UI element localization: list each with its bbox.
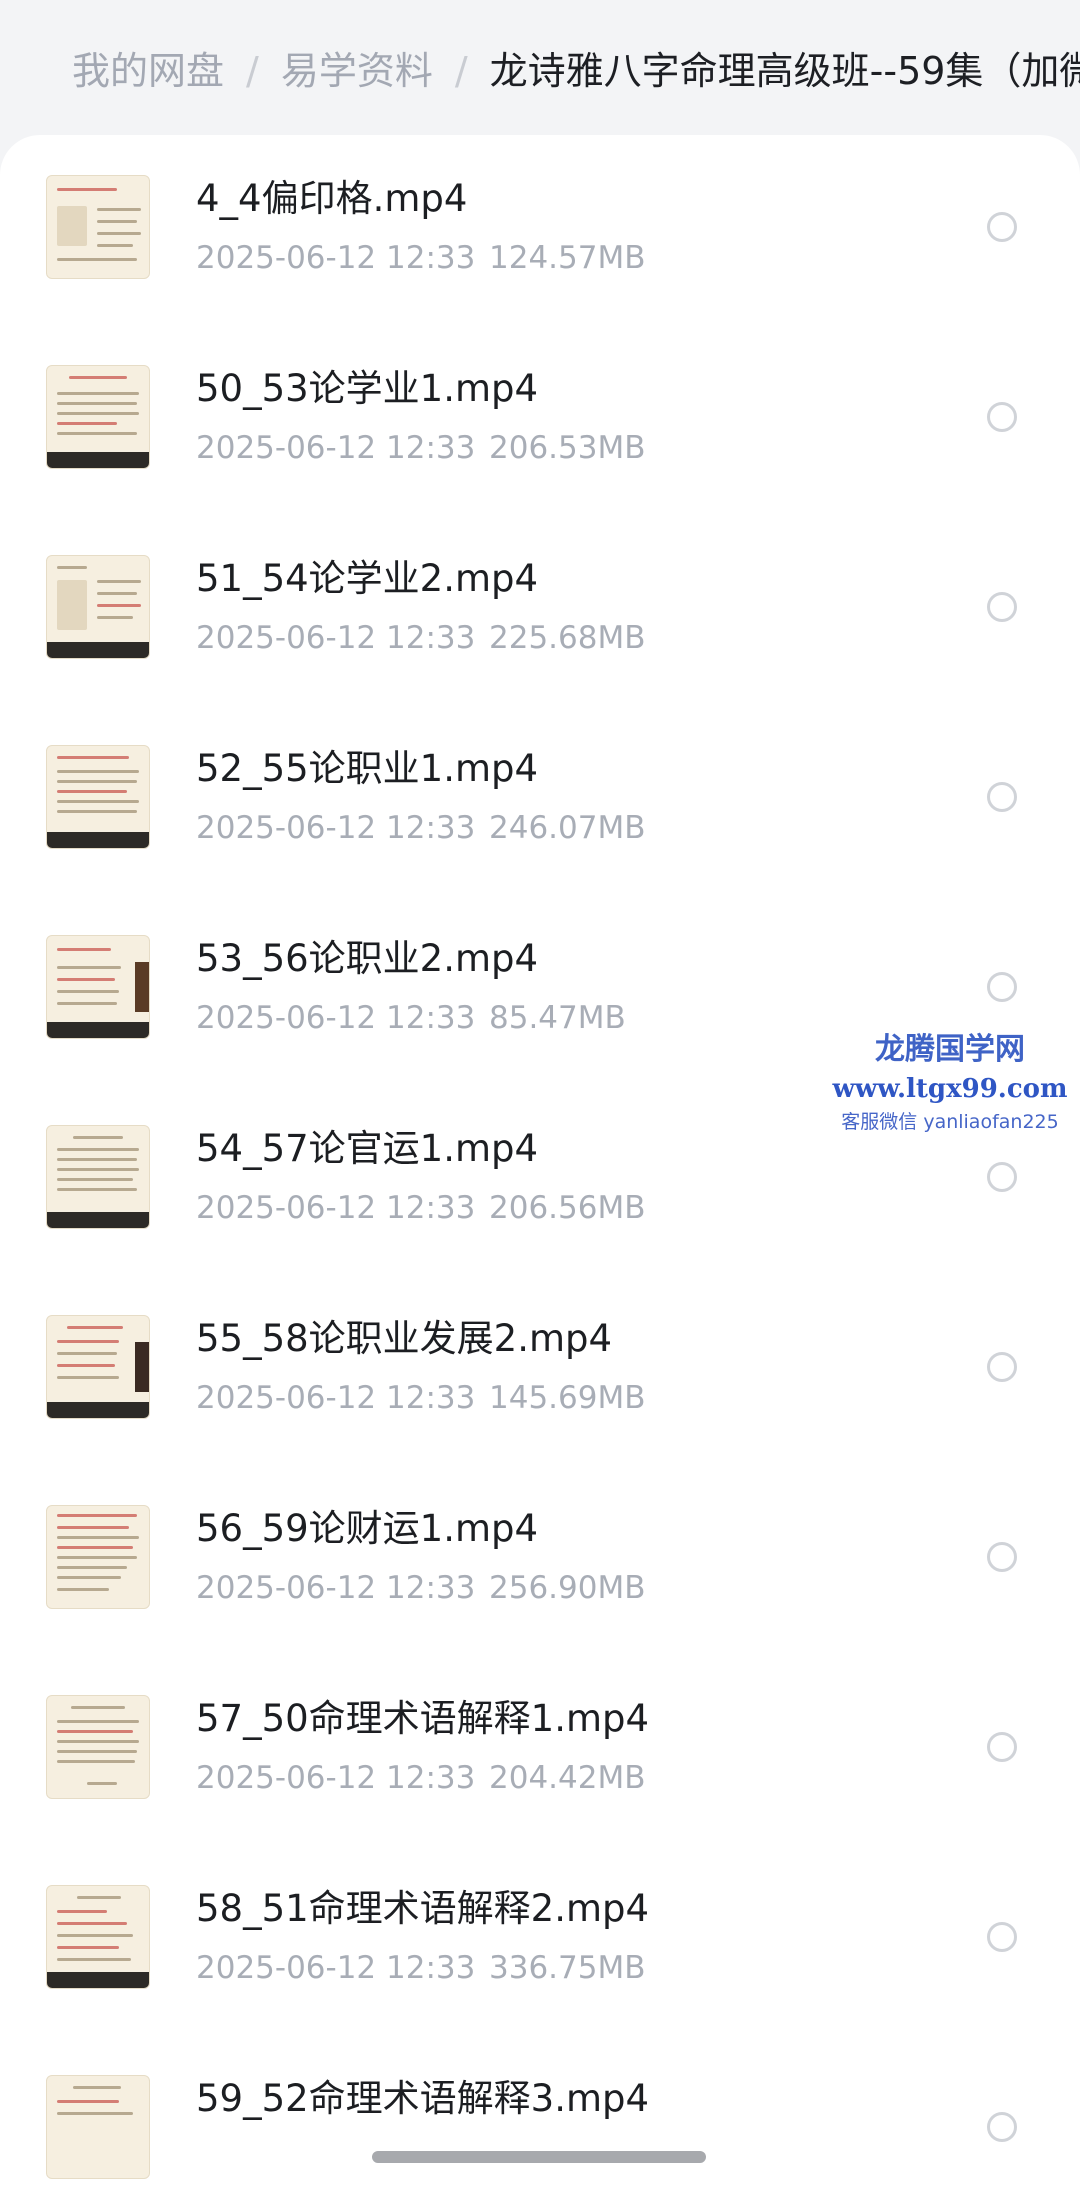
select-radio[interactable] (987, 972, 1017, 1002)
file-size: 225.68MB (489, 620, 646, 656)
file-date: 2025-06-12 12:33 (196, 1000, 476, 1036)
video-thumbnail (46, 175, 150, 279)
home-indicator[interactable] (372, 2151, 706, 2163)
select-radio[interactable] (987, 1732, 1017, 1762)
video-thumbnail (46, 935, 150, 1039)
watermark-contact: 客服微信 yanliaofan225 (841, 1111, 1059, 1133)
select-radio[interactable] (987, 212, 1017, 242)
video-thumbnail (46, 1315, 150, 1419)
file-date: 2025-06-12 12:33 (196, 1190, 476, 1226)
select-radio[interactable] (987, 1922, 1017, 1952)
file-name: 52_55论职业1.mp4 (196, 747, 539, 790)
file-name: 59_52命理术语解释3.mp4 (196, 2077, 650, 2120)
select-radio[interactable] (987, 782, 1017, 812)
file-date: 2025-06-12 12:33 (196, 1760, 476, 1796)
breadcrumb-current-folder: 龙诗雅八字命理高级班--59集（加微 (489, 49, 1080, 93)
video-thumbnail (46, 1885, 150, 1989)
video-thumbnail (46, 1505, 150, 1609)
file-row[interactable]: 50_53论学业1.mp4 2025-06-12 12:33 206.53MB (0, 325, 1080, 515)
file-date: 2025-06-12 12:33 (196, 620, 476, 656)
watermark-title: 龙腾国学网 (875, 1032, 1025, 1067)
select-radio[interactable] (987, 1352, 1017, 1382)
file-size: 336.75MB (489, 1950, 646, 1986)
file-size: 246.07MB (489, 810, 646, 846)
video-thumbnail (46, 365, 150, 469)
file-name: 55_58论职业发展2.mp4 (196, 1317, 613, 1360)
breadcrumb-item-yixue[interactable]: 易学资料 (281, 49, 433, 93)
file-list: 4_4偏印格.mp4 2025-06-12 12:33 124.57MB 50_… (0, 135, 1080, 2190)
breadcrumb: 我的网盘 / 易学资料 / 龙诗雅八字命理高级班--59集（加微 (0, 0, 1080, 135)
file-name: 54_57论官运1.mp4 (196, 1127, 539, 1170)
file-date: 2025-06-12 12:33 (196, 1380, 476, 1416)
file-name: 58_51命理术语解释2.mp4 (196, 1887, 650, 1930)
file-row[interactable]: 4_4偏印格.mp4 2025-06-12 12:33 124.57MB (0, 135, 1080, 325)
video-thumbnail (46, 1125, 150, 1229)
breadcrumb-item-my-drive[interactable]: 我的网盘 (72, 49, 224, 93)
file-date: 2025-06-12 12:33 (196, 810, 476, 846)
file-name: 4_4偏印格.mp4 (196, 177, 468, 220)
file-row[interactable]: 59_52命理术语解释3.mp4 (0, 2035, 1080, 2190)
file-name: 51_54论学业2.mp4 (196, 557, 539, 600)
breadcrumb-separator: / (454, 49, 468, 93)
video-thumbnail (46, 555, 150, 659)
file-date: 2025-06-12 12:33 (196, 1950, 476, 1986)
select-radio[interactable] (987, 402, 1017, 432)
video-thumbnail (46, 2075, 150, 2179)
breadcrumb-separator: / (246, 49, 259, 93)
file-date: 2025-06-12 12:33 (196, 1570, 476, 1606)
file-name: 56_59论财运1.mp4 (196, 1507, 539, 1550)
select-radio[interactable] (987, 1542, 1017, 1572)
video-thumbnail (46, 1695, 150, 1799)
file-date: 2025-06-12 12:33 (196, 430, 476, 466)
select-radio[interactable] (987, 2112, 1017, 2142)
watermark: 龙腾国学网 www.ltgx99.com 客服微信 yanliaofan225 (830, 1030, 1070, 1136)
file-row[interactable]: 57_50命理术语解释1.mp4 2025-06-12 12:33 204.42… (0, 1655, 1080, 1845)
file-size: 206.53MB (489, 430, 646, 466)
file-size: 206.56MB (489, 1190, 646, 1226)
file-row[interactable]: 58_51命理术语解释2.mp4 2025-06-12 12:33 336.75… (0, 1845, 1080, 2035)
video-thumbnail (46, 745, 150, 849)
watermark-url: www.ltgx99.com (832, 1074, 1068, 1104)
file-name: 50_53论学业1.mp4 (196, 367, 539, 410)
file-name: 53_56论职业2.mp4 (196, 937, 539, 980)
file-size: 124.57MB (489, 240, 646, 276)
file-date: 2025-06-12 12:33 (196, 240, 476, 276)
select-radio[interactable] (987, 592, 1017, 622)
file-size: 145.69MB (489, 1380, 646, 1416)
file-row[interactable]: 52_55论职业1.mp4 2025-06-12 12:33 246.07MB (0, 705, 1080, 895)
select-radio[interactable] (987, 1162, 1017, 1192)
file-row[interactable]: 51_54论学业2.mp4 2025-06-12 12:33 225.68MB (0, 515, 1080, 705)
file-row[interactable]: 55_58论职业发展2.mp4 2025-06-12 12:33 145.69M… (0, 1275, 1080, 1465)
file-row[interactable]: 56_59论财运1.mp4 2025-06-12 12:33 256.90MB (0, 1465, 1080, 1655)
file-size: 256.90MB (489, 1570, 646, 1606)
file-size: 85.47MB (489, 1000, 626, 1036)
file-name: 57_50命理术语解释1.mp4 (196, 1697, 650, 1740)
file-size: 204.42MB (489, 1760, 646, 1796)
